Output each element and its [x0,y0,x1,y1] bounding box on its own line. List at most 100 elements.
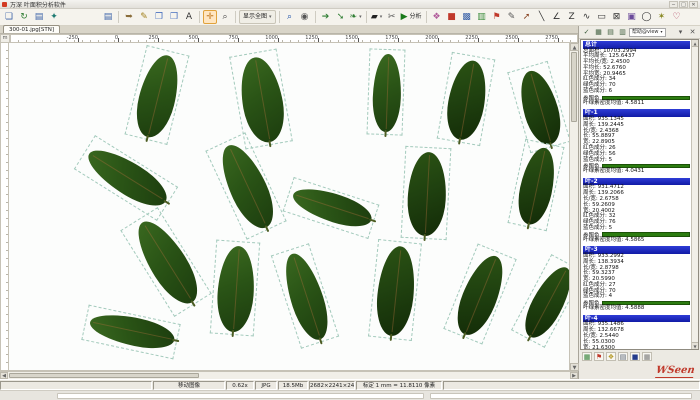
palette-icon[interactable]: ❖ [430,10,444,24]
heart-tool-icon[interactable]: ♡ [670,10,684,24]
zline-tool-icon[interactable]: Z [565,10,579,24]
new-file-icon[interactable]: ❏ [2,10,16,24]
analyze-button[interactable]: ▶分析 [400,10,423,24]
horizontal-scrollbar[interactable]: ◀ ▶ [0,371,578,379]
leaf-object[interactable] [127,213,207,312]
vertical-scrollbar[interactable]: ▲ ▼ [569,43,578,371]
leaf-object[interactable] [373,244,418,337]
leaf-bounding-box[interactable] [367,48,406,135]
leaf-bounding-box[interactable] [81,305,180,360]
export-table-icon[interactable]: ▥ [617,27,628,38]
leaf-bounding-box[interactable] [74,135,178,221]
panel-scroll-up-icon[interactable]: ▲ [692,40,698,47]
leaf-bounding-box[interactable] [205,132,286,239]
leaf-stem [268,140,271,147]
leaf-bounding-box[interactable] [507,61,569,153]
leaf-object[interactable] [406,151,448,237]
leaf-object[interactable] [517,261,569,344]
save-small-icon[interactable]: ▤ [32,10,46,24]
rect-tool-icon[interactable]: ▭ [595,10,609,24]
white-table-icon[interactable]: ▤ [618,352,628,361]
leaf-object[interactable] [87,309,177,354]
scroll-left-icon[interactable]: ◀ [0,372,8,379]
flag-icon[interactable]: ⚑ [490,10,504,24]
paste-icon[interactable]: ❒ [167,10,181,24]
scroll-right-icon[interactable]: ▶ [570,372,578,379]
leaf-object[interactable] [372,54,403,133]
panel-close-icon[interactable]: ✕ [687,27,698,38]
leaf-bounding-box[interactable] [437,52,496,146]
filled-rect-icon[interactable]: ▣ [625,10,639,24]
leaf-bounding-box[interactable] [401,146,452,240]
line-tool-icon[interactable]: ╲ [535,10,549,24]
pan-tool-icon[interactable]: ✛ [203,10,217,24]
vertical-scroll-thumb[interactable] [571,52,577,122]
folder-icon[interactable]: ▰▾ [370,10,384,24]
leaf-bounding-box[interactable] [210,240,260,337]
leaf-object[interactable] [449,250,512,341]
curve-tool-icon[interactable]: ∿ [580,10,594,24]
data-table-icon[interactable]: ▦ [593,27,604,38]
maximize-button[interactable]: □ [679,1,688,8]
copy-icon[interactable]: ❐ [152,10,166,24]
leaf-object[interactable] [442,58,491,143]
leaf-bounding-box[interactable] [271,243,339,349]
green-table-icon[interactable]: ▦ [582,352,592,361]
chart-icon[interactable]: ▩ [460,10,474,24]
refresh-icon[interactable]: ↻ [17,10,31,24]
leaf-bounding-box[interactable] [368,239,422,341]
scissors-icon[interactable]: ✂ [385,10,399,24]
measure-icon[interactable]: ➚ [520,10,534,24]
fit-view-button[interactable]: 显示全图▾ [239,10,276,24]
export-icon[interactable]: ➥ [122,10,136,24]
camera-capture-icon[interactable]: ✦ [47,10,61,24]
table-icon[interactable]: ▥ [475,10,489,24]
leaf-object[interactable] [212,138,283,235]
navy-swatch-icon[interactable]: ■ [630,352,640,361]
star-tool-icon[interactable]: ✶ [655,10,669,24]
leaf-object[interactable] [130,51,185,141]
leaf-object[interactable] [277,249,335,344]
angle-tool-icon[interactable]: ∠ [550,10,564,24]
image-canvas[interactable] [9,43,569,371]
next-arrow-icon[interactable]: ➘ [334,10,348,24]
red-swatch-icon[interactable]: ■ [445,10,459,24]
zoom-in-icon[interactable]: ⌕ [283,10,297,24]
leaf-bounding-box[interactable] [443,243,516,344]
text-tool-icon[interactable]: A [182,10,196,24]
panel-view-dropdown[interactable]: 帮助@view▾ [629,28,666,37]
report-icon[interactable]: ▤ [605,27,616,38]
preview-eye-icon[interactable]: ◉ [298,10,312,24]
scroll-down-icon[interactable]: ▼ [570,363,579,371]
leaf-bounding-box[interactable] [507,139,564,231]
leaf-tool-icon[interactable]: ❧▾ [349,10,363,24]
leaf-bounding-box[interactable] [283,177,380,239]
leaf-object[interactable] [513,145,561,228]
prev-arrow-icon[interactable]: ➔ [319,10,333,24]
leaf-bounding-box[interactable] [120,207,211,317]
crossrect-tool-icon[interactable]: ⊠ [610,10,624,24]
flag-stripes-icon[interactable]: ⚑ [594,352,604,361]
horizontal-scroll-thumb[interactable] [9,373,199,378]
panel-scrollbar[interactable]: ▲ ▼ [691,40,698,349]
leaf-object[interactable] [81,140,174,215]
minimize-button[interactable]: ─ [669,1,678,8]
circle-tool-icon[interactable]: ◯ [640,10,654,24]
leaf-object[interactable] [513,66,567,148]
palette-icon[interactable]: ❖ [606,352,616,361]
grid-icon[interactable]: ▦ [642,352,652,361]
select-all-check-icon[interactable]: ✓ [581,27,592,38]
tab-image-300-01[interactable]: 300-01.jpg[STN] [3,25,60,33]
leaf-object[interactable] [289,181,376,233]
pencil-icon[interactable]: ✎ [505,10,519,24]
zoom-tool-icon[interactable]: ⌕ [218,10,232,24]
save-icon[interactable]: ▤ [101,10,115,24]
leaf-object[interactable] [215,245,257,333]
edit-icon[interactable]: ✎ [137,10,151,24]
scroll-up-icon[interactable]: ▲ [570,43,579,51]
close-button[interactable]: ✕ [689,1,698,8]
leaf-bounding-box[interactable] [125,45,190,145]
leaf-bounding-box[interactable] [511,254,569,348]
panel-scroll-down-icon[interactable]: ▼ [692,342,698,349]
panel-collapse-icon[interactable]: ▾ [675,27,686,38]
